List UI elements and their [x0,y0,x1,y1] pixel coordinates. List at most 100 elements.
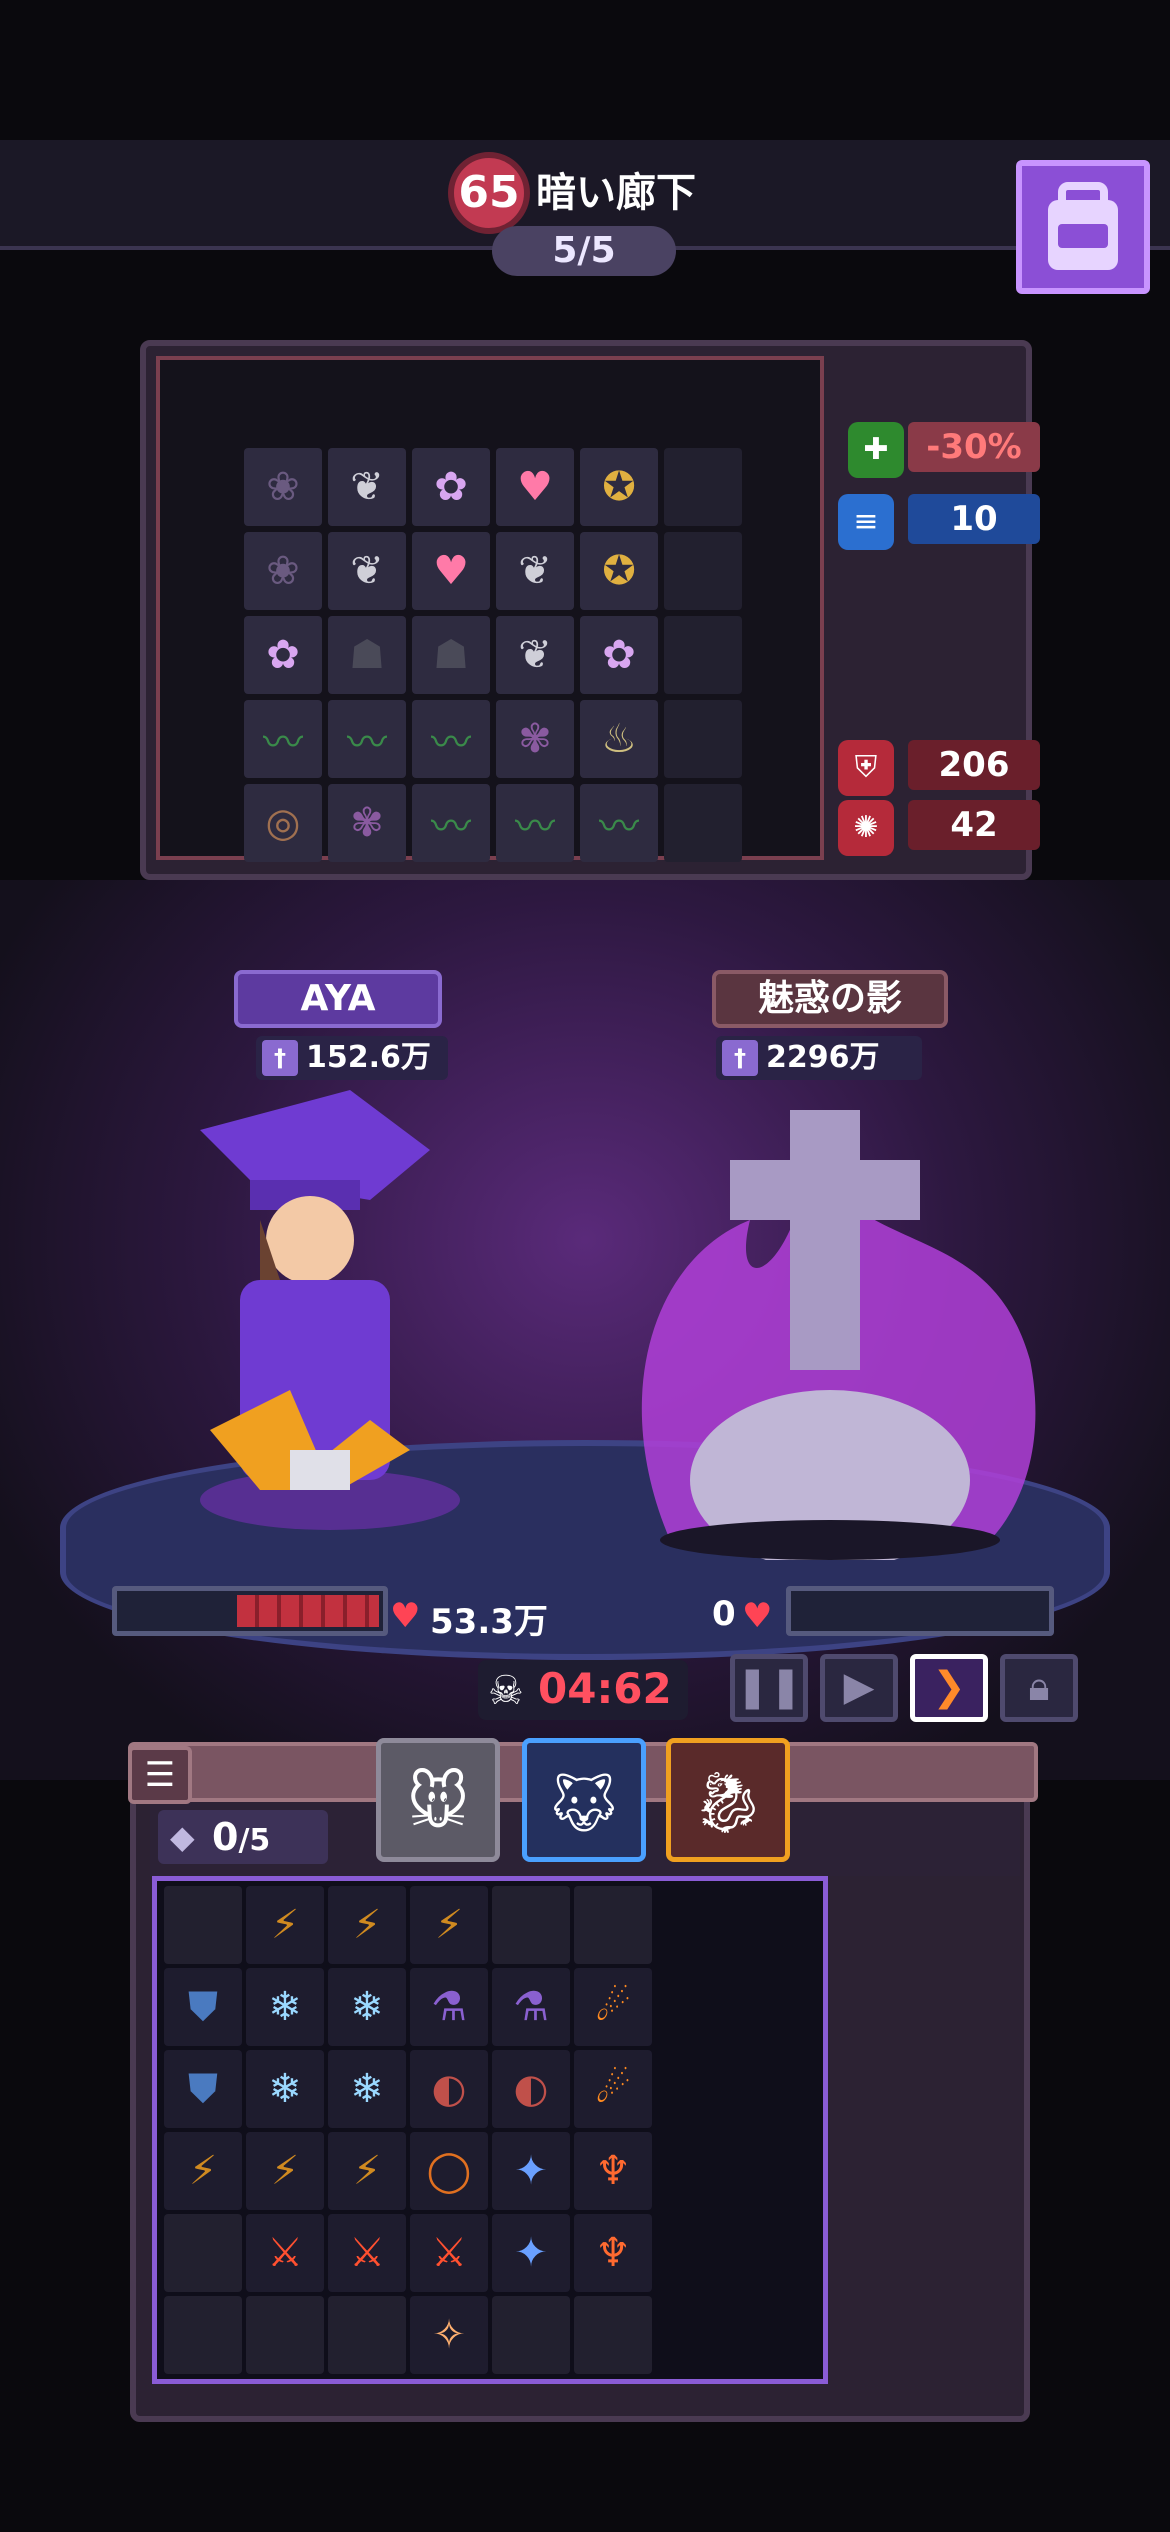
grid-cell[interactable]: ❦ [328,448,406,526]
vine-icon: 〰 [431,804,471,850]
torch-icon: ♆ [595,2230,631,2276]
grid-cell[interactable] [574,1886,652,1964]
grid-cell[interactable]: ♥ [496,448,574,526]
player-witch-sprite[interactable] [180,1070,460,1530]
grid-cell[interactable] [664,700,742,778]
grid-cell[interactable]: ☗ [328,616,406,694]
grid-cell[interactable]: ⛊ [164,2050,242,2128]
grid-cell[interactable]: 〰 [412,700,490,778]
grid-cell[interactable]: ✪ [580,532,658,610]
grid-cell[interactable]: ⚔ [246,2214,324,2292]
grid-cell[interactable]: ❄ [246,2050,324,2128]
grid-cell[interactable] [164,2214,242,2292]
grid-cell[interactable] [164,1886,242,1964]
grid-cell[interactable]: ⚗ [410,1968,488,2046]
grid-cell[interactable]: 〰 [412,784,490,862]
grid-cell[interactable]: ⛊ [164,1968,242,2046]
butterfly-icon: ✿ [602,632,636,678]
grid-cell[interactable] [246,2296,324,2374]
grid-cell[interactable]: ✿ [244,616,322,694]
grid-cell[interactable]: ✿ [412,448,490,526]
grid-cell[interactable] [664,532,742,610]
skill-bag-grid[interactable]: ⚡ ⚡ ⚡ ⛊ ❄ ❄ ⚗ ⚗ ☄ ⛊ ❄ ❄ ◐ ◐ ☄ ⚡ ⚡ ⚡ ◯ ✦ ♆ ⚔ ⚔ ⚔ ✦ ♆ ✧ [164,1886,652,2374]
speed-up-button[interactable]: ❯ [910,1654,988,1722]
grid-cell[interactable]: ✿ [580,616,658,694]
grid-cell[interactable]: ☗ [412,616,490,694]
wing-icon: ❦ [350,464,384,510]
lock-icon: 🔒︎ [1028,1664,1050,1710]
enemy-hp-value: 0 [712,1594,736,1634]
grid-cell[interactable]: ✦ [492,2214,570,2292]
grid-cell[interactable]: ♨ [580,700,658,778]
grid-cell[interactable]: ✦ [492,2132,570,2210]
grid-cell[interactable]: ⚗ [492,1968,570,2046]
grid-cell[interactable]: ❦ [496,532,574,610]
flower-icon: ✾ [518,716,552,762]
grid-cell[interactable]: ♥ [412,532,490,610]
energy-stat: 42 [908,800,1040,850]
heart-icon: ♥ [742,1596,773,1636]
hero-slot-wolf[interactable]: 🐺︎ [522,1738,646,1862]
grid-cell[interactable]: ❦ [496,616,574,694]
grid-cell[interactable]: ✾ [328,784,406,862]
grid-cell[interactable]: ◎ [244,784,322,862]
play-button[interactable]: ▶ [820,1654,898,1722]
menu-button[interactable]: ☰ [128,1746,192,1804]
grid-cell[interactable]: ⚔ [410,2214,488,2292]
grid-cell[interactable]: ✧ [410,2296,488,2374]
grid-cell[interactable]: 〰 [580,784,658,862]
grid-cell[interactable]: ✾ [496,700,574,778]
cat-icon: ☗ [433,632,469,678]
slot-count-max: /5 [238,1823,271,1858]
grid-cell[interactable]: 〰 [328,700,406,778]
grid-cell[interactable] [664,616,742,694]
grid-cell[interactable]: ⚔ [328,2214,406,2292]
grid-cell[interactable]: ⚡ [246,2132,324,2210]
grid-cell[interactable]: ♆ [574,2214,652,2292]
hero-slot-dragon[interactable]: 🐉︎ [666,1738,790,1862]
hero-slot-mouse[interactable]: 🐭︎ [376,1738,500,1862]
grid-cell[interactable]: ❄ [328,1968,406,2046]
backpack-button[interactable] [1016,160,1150,294]
grid-cell[interactable] [664,448,742,526]
grid-cell[interactable] [492,2296,570,2374]
grid-cell[interactable] [574,2296,652,2374]
inventory-grid[interactable]: ❀ ❦ ✿ ♥ ✪ ❀ ❦ ♥ ❦ ✪ ✿ ☗ ☗ ❦ ✿ 〰〰〰 ✾ ♨ ◎ ✾ 〰〰〰 [244,448,742,862]
enemy-hp-bar [786,1586,1054,1636]
locked-speed-button[interactable]: 🔒︎ [1000,1654,1078,1722]
grid-cell[interactable]: ☄ [574,2050,652,2128]
grid-cell[interactable] [664,784,742,862]
grid-cell[interactable]: ⚡ [410,1886,488,1964]
enemy-tombstone-sprite[interactable] [610,1100,1050,1560]
grid-cell[interactable]: ✪ [580,448,658,526]
ice-shard-icon: ❄ [350,1984,384,2030]
vine-icon: 〰 [599,804,639,850]
fire-wand-icon: ✧ [432,2312,466,2358]
grid-cell[interactable]: ◐ [410,2050,488,2128]
player-hp-fill [237,1595,379,1627]
wolf-icon: 🐺︎ [545,1768,623,1838]
grid-cell[interactable]: ♆ [574,2132,652,2210]
grid-cell[interactable]: ❀ [244,448,322,526]
grid-cell[interactable]: ◯ [410,2132,488,2210]
grid-cell[interactable]: ⚡ [164,2132,242,2210]
energy-icon: ✺ [838,800,894,856]
grid-cell[interactable]: ⚡ [328,2132,406,2210]
grid-cell[interactable] [492,1886,570,1964]
grid-cell[interactable]: ❀ [244,532,322,610]
grid-cell[interactable]: 〰 [496,784,574,862]
grid-cell[interactable]: ☄ [574,1968,652,2046]
potion-icon: ⚗ [513,1984,549,2030]
grid-cell[interactable]: ❄ [328,2050,406,2128]
grid-cell[interactable]: ◐ [492,2050,570,2128]
grid-cell[interactable]: 〰 [244,700,322,778]
grid-cell[interactable]: ❄ [246,1968,324,2046]
medal-icon: ✪ [602,548,636,594]
grid-cell[interactable]: ⚡ [246,1886,324,1964]
flame-sword-icon: ⚔ [349,2230,385,2276]
pause-button[interactable]: ❚❚ [730,1654,808,1722]
grid-cell[interactable] [328,2296,406,2374]
grid-cell[interactable]: ❦ [328,532,406,610]
grid-cell[interactable] [164,2296,242,2374]
grid-cell[interactable]: ⚡ [328,1886,406,1964]
